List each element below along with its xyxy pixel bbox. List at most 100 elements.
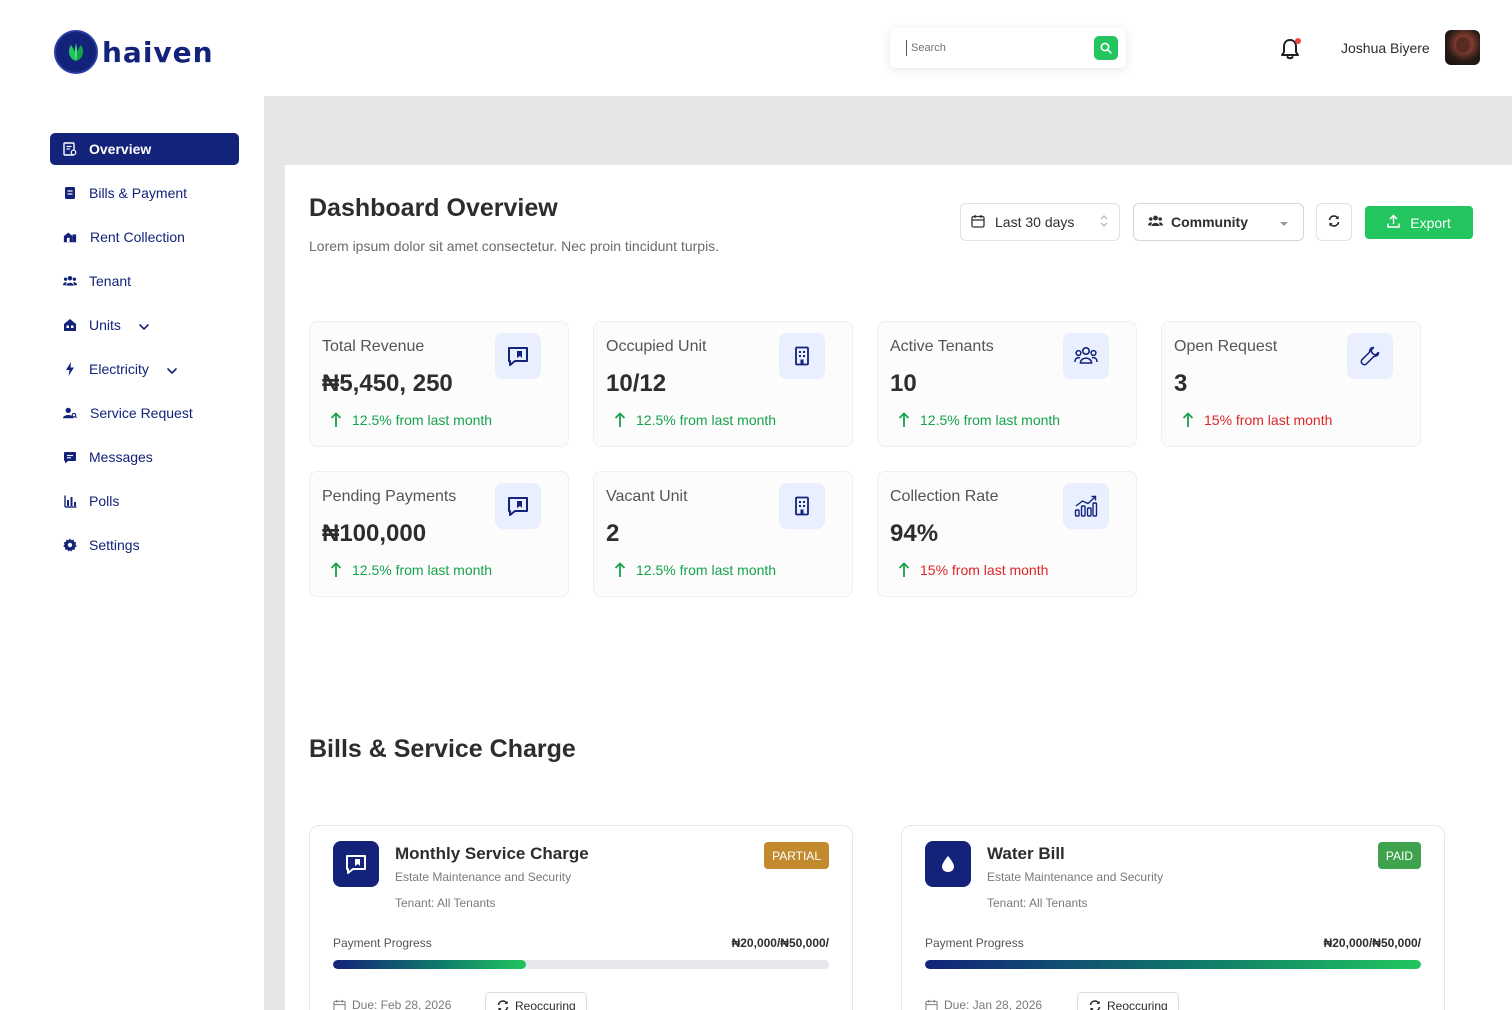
avatar[interactable]: [1445, 30, 1480, 65]
sidebar-item-label: Polls: [89, 493, 120, 509]
sidebar-item-label: Units: [89, 317, 121, 333]
refresh-button[interactable]: [1316, 203, 1352, 241]
users-icon: [1063, 333, 1109, 379]
stat-value: ₦5,450, 250: [322, 370, 453, 397]
stat-value: 2: [606, 520, 620, 547]
progress-bar: [333, 960, 829, 969]
date-range-select[interactable]: Last 30 days: [960, 203, 1120, 241]
stat-change-text: 12.5% from last month: [636, 562, 777, 578]
due-date: Due: Feb 28, 2026: [333, 998, 451, 1010]
leaf-logo-icon: [54, 30, 98, 74]
due-date-text: Due: Feb 28, 2026: [352, 998, 452, 1010]
stat-card-occupied-unit[interactable]: Occupied Unit 10/12 12.5% from last mont…: [593, 321, 853, 447]
brand-name: haiven: [102, 35, 214, 69]
overview-icon: [63, 142, 77, 156]
sidebar-item-overview[interactable]: Overview: [50, 133, 239, 165]
recurrence-badge[interactable]: Reoccuring: [485, 992, 587, 1010]
calendar-icon: [925, 999, 938, 1010]
bills-section-title: Bills & Service Charge: [309, 735, 576, 763]
bill-card-monthly-service-charge[interactable]: Monthly Service Charge Estate Maintenanc…: [309, 825, 853, 1010]
tenant-icon: [63, 274, 77, 288]
chevron-down-icon[interactable]: [167, 361, 177, 377]
units-icon: [63, 318, 77, 332]
rent-icon: [63, 230, 77, 244]
sidebar-item-service-request[interactable]: Service Request: [50, 397, 239, 429]
growth-chart-icon: [1063, 483, 1109, 529]
bill-title: Monthly Service Charge: [395, 844, 589, 863]
user-name[interactable]: Joshua Biyere: [1341, 40, 1430, 56]
stat-card-pending-payments[interactable]: Pending Payments ₦100,000 12.5% from las…: [309, 471, 569, 597]
page-title: Dashboard Overview: [309, 194, 558, 222]
stat-change-text: 15% from last month: [920, 562, 1049, 578]
stat-change: 12.5% from last month: [898, 412, 1060, 428]
search-button[interactable]: [1094, 36, 1118, 60]
top-bar: haiven Joshua Biyere: [0, 0, 1512, 96]
search-box: [890, 28, 1126, 68]
arrow-up-icon: [330, 562, 342, 577]
stat-change: 12.5% from last month: [330, 412, 492, 428]
water-drop-icon: [925, 841, 971, 887]
search-icon: [1100, 42, 1112, 54]
stat-card-active-tenants[interactable]: Active Tenants 10 12.5% from last month: [877, 321, 1137, 447]
electricity-icon: [63, 362, 77, 376]
sidebar-item-units[interactable]: Units: [50, 309, 239, 341]
stat-label: Total Revenue: [322, 338, 425, 355]
up-down-chevron-icon: [1099, 213, 1109, 232]
sidebar-item-settings[interactable]: Settings: [50, 529, 239, 561]
sidebar-item-bills-payment[interactable]: Bills & Payment: [50, 177, 239, 209]
calendar-icon: [971, 214, 985, 231]
settings-icon: [63, 538, 77, 552]
stat-label: Occupied Unit: [606, 338, 707, 355]
stat-card-collection-rate[interactable]: Collection Rate 94% 15% from last month: [877, 471, 1137, 597]
building-icon: [779, 333, 825, 379]
stat-value: 3: [1174, 370, 1188, 397]
sidebar-item-rent-collection[interactable]: Rent Collection: [50, 221, 239, 253]
date-range-label: Last 30 days: [995, 214, 1075, 230]
bill-tenant: Tenant: All Tenants: [987, 896, 1088, 910]
upload-icon: [1387, 214, 1401, 231]
recurrence-text: Reoccuring: [1107, 999, 1168, 1010]
stat-change: 12.5% from last month: [614, 562, 776, 578]
sidebar-item-electricity[interactable]: Electricity: [50, 353, 239, 385]
sidebar-item-polls[interactable]: Polls: [50, 485, 239, 517]
recurrence-badge[interactable]: Reoccuring: [1077, 992, 1179, 1010]
bill-subtitle: Estate Maintenance and Security: [395, 870, 572, 884]
sidebar-item-label: Messages: [89, 449, 153, 465]
stat-change-text: 12.5% from last month: [352, 562, 493, 578]
stat-card-total-revenue[interactable]: Total Revenue ₦5,450, 250 12.5% from las…: [309, 321, 569, 447]
due-date-text: Due: Jan 28, 2026: [944, 998, 1043, 1010]
progress-amount: ₦20,000/₦50,000/: [1323, 936, 1421, 950]
arrow-up-icon: [1182, 412, 1194, 427]
polls-icon: [63, 494, 77, 508]
building-icon: [779, 483, 825, 529]
recurrence-text: Reoccuring: [515, 999, 576, 1010]
bill-tenant: Tenant: All Tenants: [395, 896, 496, 910]
community-select[interactable]: Community: [1133, 203, 1304, 241]
notification-bell-icon[interactable]: [1280, 38, 1302, 60]
sidebar-item-messages[interactable]: Messages: [50, 441, 239, 473]
sidebar-item-label: Tenant: [89, 273, 132, 289]
search-input[interactable]: [906, 40, 1094, 56]
arrow-up-icon: [614, 412, 626, 427]
community-icon: [1148, 214, 1163, 230]
sidebar-item-label: Electricity: [89, 361, 149, 377]
stat-label: Pending Payments: [322, 488, 457, 505]
chevron-down-icon[interactable]: [139, 317, 149, 333]
bill-card-water-bill[interactable]: Water Bill Estate Maintenance and Securi…: [901, 825, 1445, 1010]
sidebar-item-tenant[interactable]: Tenant: [50, 265, 239, 297]
stat-change-text: 12.5% from last month: [920, 412, 1061, 428]
stat-change: 12.5% from last month: [330, 562, 492, 578]
stat-card-vacant-unit[interactable]: Vacant Unit 2 12.5% from last month: [593, 471, 853, 597]
message-icon: [495, 333, 541, 379]
notification-dot: [1295, 38, 1301, 44]
progress-fill: [925, 960, 1421, 969]
export-button[interactable]: Export: [1365, 206, 1473, 239]
message-icon: [495, 483, 541, 529]
refresh-icon: [1089, 1000, 1101, 1010]
stat-label: Collection Rate: [890, 488, 999, 505]
arrow-up-icon: [898, 412, 910, 427]
sidebar-item-label: Service Request: [90, 405, 193, 421]
caret-down-icon: [1279, 214, 1289, 230]
stat-card-open-request[interactable]: Open Request 3 15% from last month: [1161, 321, 1421, 447]
logo[interactable]: haiven: [54, 30, 214, 74]
